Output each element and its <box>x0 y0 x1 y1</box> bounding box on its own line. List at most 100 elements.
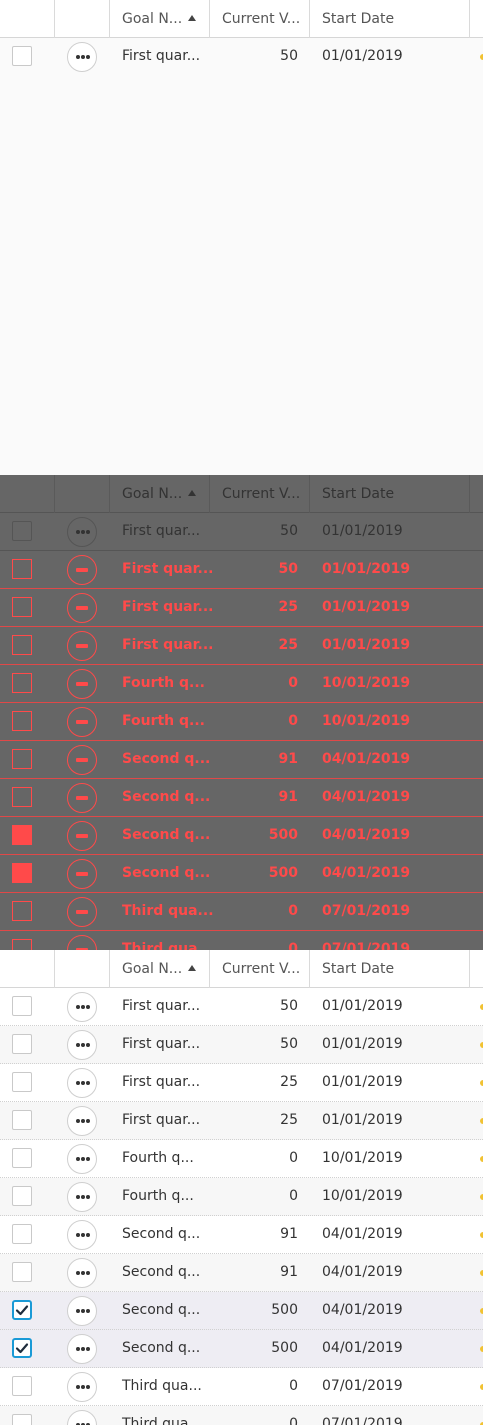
row-menu-button[interactable] <box>67 1258 97 1288</box>
goal-name-cell: Fourth q... <box>122 1150 194 1166</box>
table-row[interactable]: Fourth q... 0 10/01/2019 <box>0 703 483 741</box>
table-row[interactable]: Second q... 500 04/01/2019 <box>0 855 483 893</box>
table-row[interactable]: First quar... 25 01/01/2019 <box>0 1064 483 1102</box>
row-menu-button[interactable] <box>67 897 97 927</box>
start-date-cell: 01/01/2019 <box>322 1036 403 1052</box>
goal-name-cell: First quar... <box>122 48 201 64</box>
row-menu-button[interactable] <box>67 1068 97 1098</box>
table-row[interactable]: Third qua... 0 07/01/2019 <box>0 1406 483 1425</box>
goal-name-cell: Second q... <box>122 1340 201 1356</box>
table-row[interactable]: First quar... 50 01/01/2019 <box>0 551 483 589</box>
row-menu-button[interactable] <box>67 745 97 775</box>
table-row[interactable]: Second q... 91 04/01/2019 <box>0 1254 483 1292</box>
column-header-start-date[interactable]: Start Date <box>310 475 470 513</box>
row-menu-button[interactable] <box>67 859 97 889</box>
row-checkbox[interactable] <box>12 635 32 655</box>
start-date-cell: 04/01/2019 <box>322 1264 403 1280</box>
row-checkbox[interactable] <box>12 1148 32 1168</box>
row-menu-button[interactable] <box>67 1144 97 1174</box>
row-checkbox[interactable] <box>12 1110 32 1130</box>
row-checkbox[interactable] <box>12 901 32 921</box>
row-menu-button[interactable] <box>67 1220 97 1250</box>
row-menu-button[interactable] <box>67 1106 97 1136</box>
column-header-goal-name[interactable]: Goal N... <box>110 0 210 38</box>
row-menu-button[interactable] <box>67 935 97 950</box>
row-checkbox[interactable] <box>12 749 32 769</box>
row-checkbox[interactable] <box>12 787 32 807</box>
row-checkbox[interactable] <box>12 825 32 845</box>
row-menu-button[interactable] <box>67 1410 97 1425</box>
row-menu-button[interactable] <box>67 42 97 72</box>
row-menu-button[interactable] <box>67 631 97 661</box>
column-header-next[interactable] <box>470 0 483 38</box>
row-menu-button[interactable] <box>67 1372 97 1402</box>
row-menu-button[interactable] <box>67 1182 97 1212</box>
row-menu-button[interactable] <box>67 992 97 1022</box>
row-menu-button[interactable] <box>67 821 97 851</box>
row-menu-button[interactable] <box>67 783 97 813</box>
sort-ascending-icon[interactable] <box>188 965 196 971</box>
table-row[interactable]: First quar... 50 01/01/2019 <box>0 513 483 551</box>
row-menu-button[interactable] <box>67 707 97 737</box>
table-row[interactable]: Second q... 500 04/01/2019 <box>0 1292 483 1330</box>
row-checkbox[interactable] <box>12 939 32 950</box>
column-header-current-value[interactable]: Current V... <box>210 0 310 38</box>
column-header-next[interactable] <box>470 475 483 513</box>
header-select-all[interactable] <box>0 0 55 38</box>
table-row[interactable]: First quar... 25 01/01/2019 <box>0 627 483 665</box>
sort-ascending-icon[interactable] <box>188 490 196 496</box>
row-checkbox[interactable] <box>12 597 32 617</box>
row-menu-button[interactable] <box>67 593 97 623</box>
row-checkbox[interactable] <box>12 1034 32 1054</box>
header-select-all[interactable] <box>0 475 55 513</box>
column-header-start-date[interactable]: Start Date <box>310 950 470 988</box>
table-row[interactable]: First quar... 50 01/01/2019 <box>0 1026 483 1064</box>
header-select-all[interactable] <box>0 950 55 988</box>
row-checkbox[interactable] <box>12 1414 32 1425</box>
table-row[interactable]: Second q... 91 04/01/2019 <box>0 1216 483 1254</box>
row-menu-button[interactable] <box>67 555 97 585</box>
column-header-goal-name[interactable]: Goal N... <box>110 475 210 513</box>
row-menu-button[interactable] <box>67 517 97 547</box>
row-checkbox[interactable] <box>12 46 32 66</box>
row-checkbox[interactable] <box>12 996 32 1016</box>
row-checkbox[interactable] <box>12 1376 32 1396</box>
row-checkbox[interactable] <box>12 521 32 541</box>
column-header-goal-name[interactable]: Goal N... <box>110 950 210 988</box>
row-checkbox[interactable] <box>12 673 32 693</box>
row-checkbox[interactable] <box>12 1262 32 1282</box>
table-row[interactable]: First quar... 50 01/01/2019 <box>0 988 483 1026</box>
table-row[interactable]: Fourth q... 0 10/01/2019 <box>0 1178 483 1216</box>
table-row[interactable]: Second q... 500 04/01/2019 <box>0 817 483 855</box>
row-checkbox[interactable] <box>12 1186 32 1206</box>
table-row[interactable]: Fourth q... 0 10/01/2019 <box>0 1140 483 1178</box>
row-menu-button[interactable] <box>67 1296 97 1326</box>
table-row[interactable]: Third qua... 0 07/01/2019 <box>0 893 483 931</box>
start-date-cell: 01/01/2019 <box>322 1112 403 1128</box>
row-checkbox[interactable] <box>12 1072 32 1092</box>
row-menu-button[interactable] <box>67 1030 97 1060</box>
row-checkbox[interactable] <box>12 711 32 731</box>
row-checkbox[interactable] <box>12 863 32 883</box>
table-row[interactable]: Third qua... 0 07/01/2019 <box>0 931 483 950</box>
table-row[interactable]: Second q... 91 04/01/2019 <box>0 779 483 817</box>
table-row[interactable]: Second q... 500 04/01/2019 <box>0 1330 483 1368</box>
goal-name-cell: Fourth q... <box>122 1188 194 1204</box>
table-row[interactable]: Third qua... 0 07/01/2019 <box>0 1368 483 1406</box>
row-checkbox[interactable] <box>12 1338 32 1358</box>
column-header-current-value[interactable]: Current V... <box>210 475 310 513</box>
table-row[interactable]: First quar... 25 01/01/2019 <box>0 1102 483 1140</box>
column-header-current-value[interactable]: Current V... <box>210 950 310 988</box>
column-header-next[interactable] <box>470 950 483 988</box>
row-checkbox[interactable] <box>12 1300 32 1320</box>
row-checkbox[interactable] <box>12 1224 32 1244</box>
table-row[interactable]: First quar... 25 01/01/2019 <box>0 589 483 627</box>
table-row[interactable]: First quar... 50 01/01/2019 <box>0 38 483 76</box>
row-menu-button[interactable] <box>67 1334 97 1364</box>
column-header-start-date[interactable]: Start Date <box>310 0 470 38</box>
row-menu-button[interactable] <box>67 669 97 699</box>
sort-ascending-icon[interactable] <box>188 15 196 21</box>
row-checkbox[interactable] <box>12 559 32 579</box>
table-row[interactable]: Fourth q... 0 10/01/2019 <box>0 665 483 703</box>
table-row[interactable]: Second q... 91 04/01/2019 <box>0 741 483 779</box>
